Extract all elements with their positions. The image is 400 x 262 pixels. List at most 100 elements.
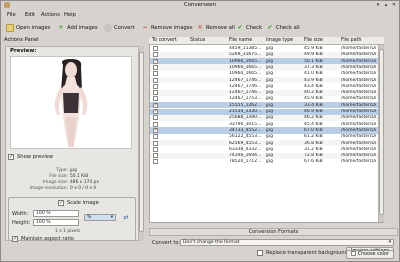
cell-name: 25688_1390...	[229, 115, 262, 121]
table-row[interactable]: 78520_1712... jpg 67.6 KiB/home/faster/Doc…	[150, 158, 383, 166]
col-file-path[interactable]: File path	[341, 38, 361, 43]
col-to-convert[interactable]: To convert	[152, 38, 177, 43]
cell-size: 36.8 KiB	[304, 140, 323, 146]
check-all-button[interactable]: ✔ Check all	[266, 23, 299, 33]
cell-type: jpg	[266, 90, 273, 96]
cell-type: jpg	[266, 153, 273, 159]
row-convert-checkbox[interactable]: ✓	[153, 58, 158, 64]
cell-path: /home/faster/Doc...	[341, 127, 376, 133]
width-spinbox[interactable]: 100 %	[33, 210, 79, 217]
row-convert-checkbox[interactable]	[153, 115, 158, 121]
row-convert-checkbox[interactable]	[153, 96, 158, 102]
left-panel-scrollbar[interactable]	[138, 46, 144, 241]
menu-help[interactable]: Help	[64, 12, 76, 18]
check-button[interactable]: ✔ Check	[236, 23, 261, 33]
remove-all-button[interactable]: ✕ Remove all	[196, 23, 234, 33]
info-imagesize-key: Image size:	[42, 180, 68, 185]
cell-path: /home/faster/Doc...	[341, 58, 376, 64]
row-convert-checkbox[interactable]	[153, 159, 158, 165]
cell-path: /home/faster/Doc...	[341, 71, 376, 77]
row-convert-checkbox[interactable]	[153, 83, 158, 89]
window-title: Converseen	[183, 2, 217, 8]
convert-button[interactable]: Convert	[104, 23, 135, 33]
menu-actions[interactable]: Actions	[41, 12, 60, 18]
row-convert-checkbox[interactable]: ✓	[153, 109, 158, 114]
remove-images-button[interactable]: − Remove images	[141, 23, 192, 33]
toolbar: Open images + Add images Convert − Remov…	[1, 21, 399, 35]
menu-bar: File Edit Actions Help	[1, 10, 399, 19]
row-convert-checkbox[interactable]: ✓	[153, 127, 158, 133]
info-type-value: jpg	[70, 168, 77, 173]
row-convert-checkbox[interactable]: ✓	[153, 102, 158, 108]
replace-transparent-checkbox[interactable]	[257, 250, 263, 256]
cell-name: 12467_1746...	[229, 77, 262, 83]
unit-select-value: %	[87, 215, 92, 220]
cell-name: 63338_4332...	[229, 146, 262, 152]
folder-icon	[6, 24, 14, 32]
row-convert-checkbox[interactable]	[153, 140, 158, 146]
scale-image-checkbox[interactable]: ✓	[58, 200, 64, 206]
row-convert-checkbox[interactable]	[153, 134, 158, 140]
cell-name: 15555_1262...	[229, 102, 262, 108]
cell-path: /home/faster/Doc...	[341, 90, 376, 96]
cell-size: 33.4 KiB	[304, 102, 323, 108]
cell-path: /home/faster/Doc...	[341, 109, 376, 114]
cell-name: 62569_4553...	[229, 140, 262, 146]
cell-name: 10960_1665...	[229, 64, 262, 70]
row-convert-checkbox[interactable]	[153, 46, 158, 51]
convert-to-value: Don't change the format	[183, 240, 240, 245]
info-resolution-value: 0 x 0 / 0 x 0	[70, 186, 97, 191]
cell-name: 12467_1746...	[229, 90, 262, 96]
menu-file[interactable]: File	[7, 12, 16, 18]
cell-name: 4459_11385...	[229, 46, 262, 51]
row-convert-checkbox[interactable]	[153, 146, 158, 152]
row-convert-checkbox[interactable]	[153, 121, 158, 127]
cell-type: jpg	[266, 83, 273, 89]
menu-edit[interactable]: Edit	[25, 12, 35, 18]
link-ratio-icon[interactable]: ⇄	[122, 214, 130, 221]
cell-name: 56122_4553...	[229, 134, 262, 140]
add-images-label: Add images	[67, 25, 98, 31]
cell-size: 40.2 KiB	[304, 90, 323, 96]
convert-to-select[interactable]: Don't change the format ▾	[180, 239, 394, 246]
col-image-type[interactable]: Image type	[266, 38, 293, 43]
show-preview-checkbox[interactable]: ✓	[8, 154, 14, 160]
choose-color-button[interactable]: Choose color	[346, 250, 394, 259]
height-spinbox[interactable]: 100 %	[33, 219, 79, 226]
scale-image-label: Scale image	[67, 200, 99, 206]
cell-type: jpg	[266, 77, 273, 83]
row-convert-checkbox[interactable]	[153, 77, 158, 83]
cell-name: 74346_1694...	[229, 153, 262, 159]
left-panel-scroll-thumb[interactable]	[139, 52, 144, 232]
open-images-button[interactable]: Open images	[6, 23, 50, 33]
minimize-icon[interactable]: ▾	[375, 2, 381, 8]
unit-select[interactable]: % ▾	[84, 214, 116, 221]
cell-path: /home/faster/Doc...	[341, 140, 376, 146]
cell-path: /home/faster/Doc...	[341, 146, 376, 152]
row-convert-checkbox[interactable]	[153, 64, 158, 70]
cell-type: jpg	[266, 121, 273, 127]
cell-type: jpg	[266, 127, 273, 133]
row-convert-checkbox[interactable]	[153, 52, 158, 58]
cell-size: 37.3 KiB	[304, 64, 323, 70]
info-type-key: Type:	[56, 168, 68, 173]
table-scrollbar[interactable]	[378, 45, 384, 222]
cell-path: /home/faster/Doc...	[341, 153, 376, 159]
col-status[interactable]: Status	[190, 38, 205, 43]
add-images-button[interactable]: + Add images	[57, 23, 98, 33]
col-file-size[interactable]: File size	[304, 38, 323, 43]
cell-type: jpg	[266, 134, 273, 140]
row-convert-checkbox[interactable]	[153, 153, 158, 159]
row-convert-checkbox[interactable]	[153, 71, 158, 77]
cell-path: /home/faster/Doc...	[341, 115, 376, 121]
cell-size: 72.8 KiB	[304, 153, 323, 159]
cell-size: 50.1 KiB	[304, 58, 323, 64]
col-file-name[interactable]: File name	[229, 38, 252, 43]
maximize-icon[interactable]: ▴	[383, 2, 389, 8]
row-convert-checkbox[interactable]	[153, 90, 158, 96]
close-icon[interactable]: ✕	[391, 2, 397, 8]
cell-size: 45.9 KiB	[304, 46, 323, 51]
maintain-aspect-checkbox[interactable]: ✓	[12, 236, 18, 242]
cell-name: 78520_1712...	[229, 159, 262, 165]
table-scroll-thumb[interactable]	[379, 49, 384, 215]
